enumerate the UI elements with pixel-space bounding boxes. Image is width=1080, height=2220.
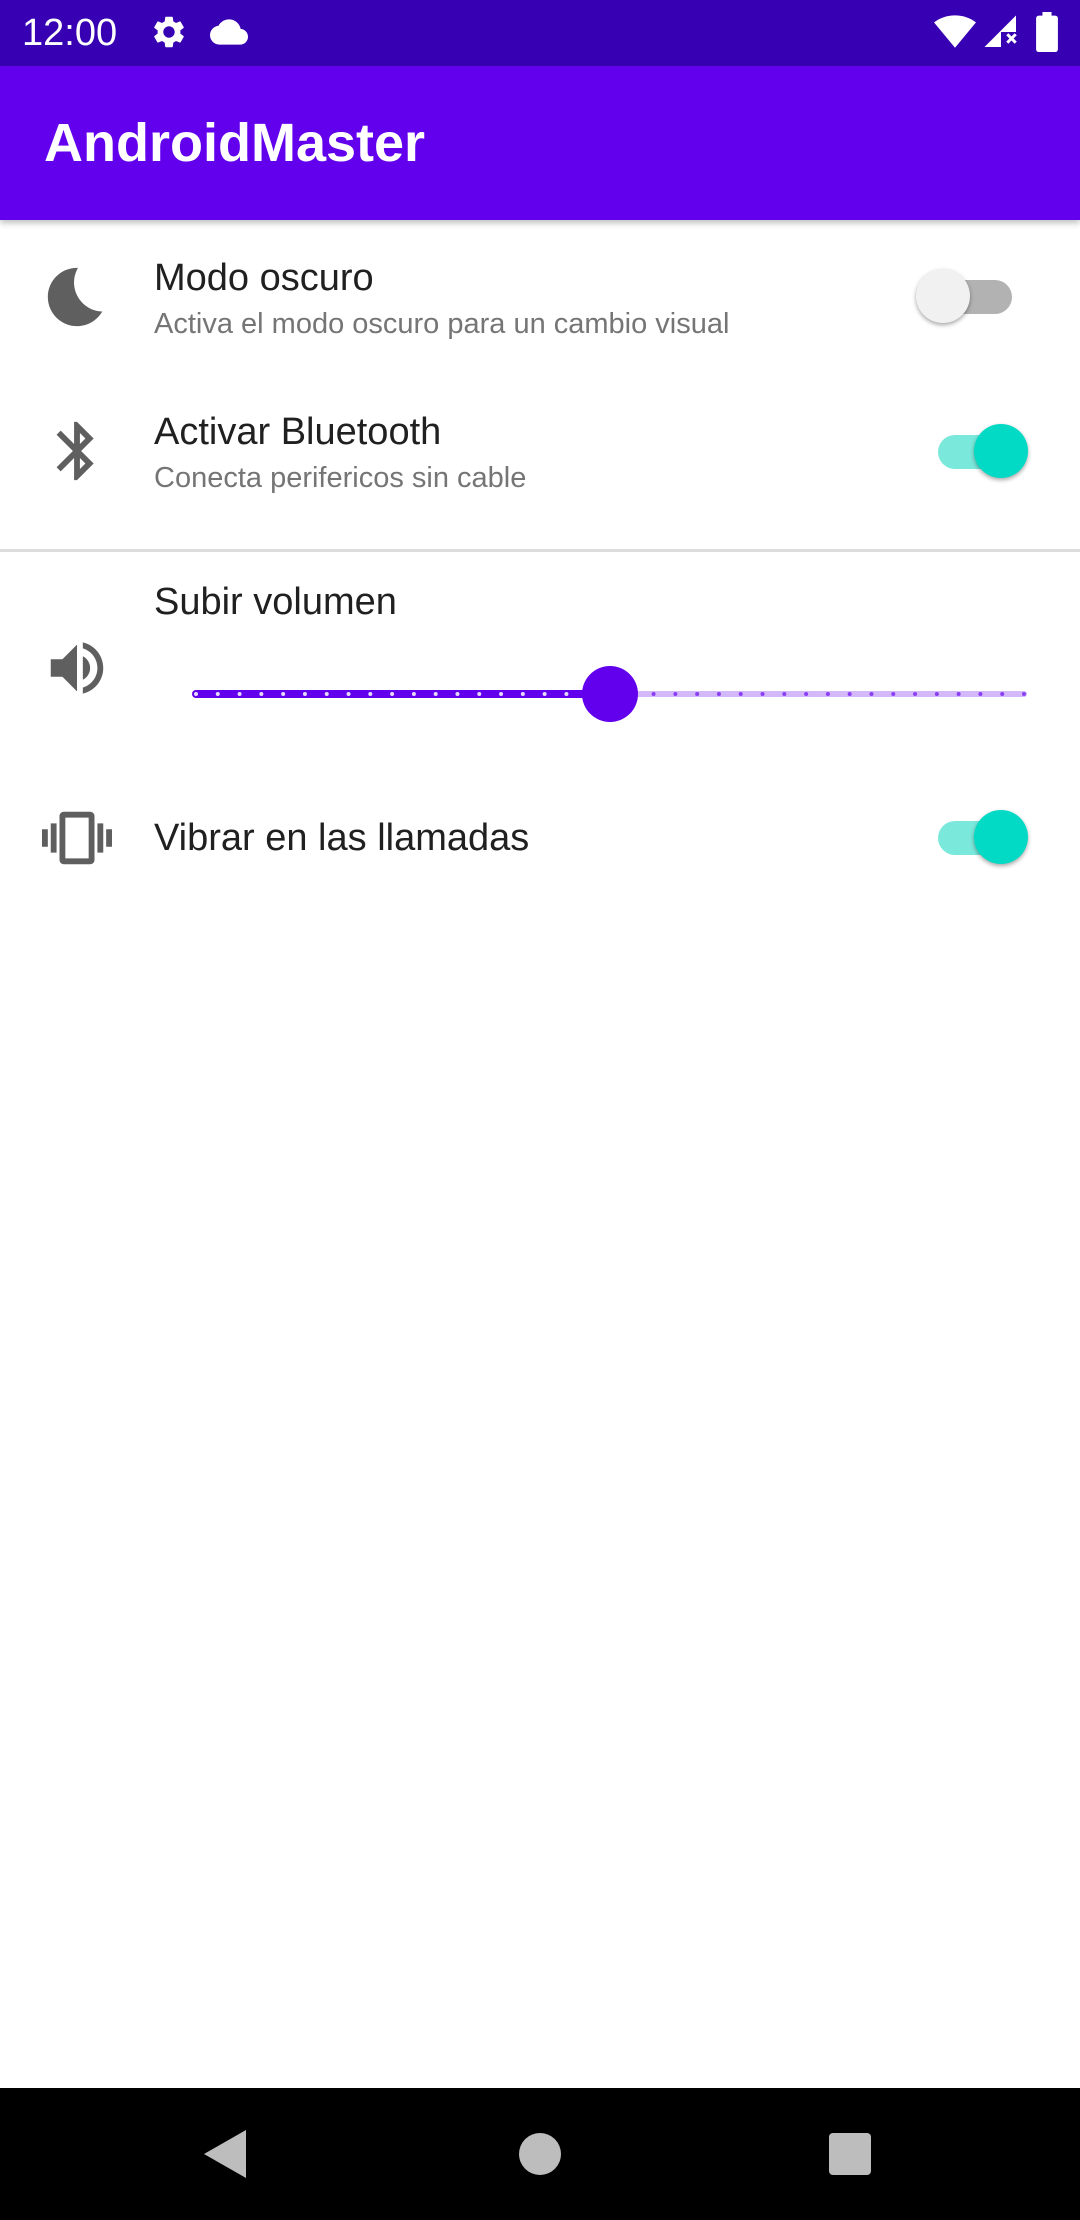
dark-mode-subtitle: Activa el modo oscuro para un cambio vis… [154,308,730,340]
slider-tick [847,692,852,696]
slider-tick [651,692,656,696]
vibrate-icon [42,803,112,873]
slider-tick [455,692,460,696]
bluetooth-title: Activar Bluetooth [154,411,442,453]
slider-tick [804,692,809,696]
home-icon[interactable] [510,2124,570,2184]
wifi-icon [934,14,976,55]
bluetooth-subtitle: Conecta perifericos sin cable [154,462,527,494]
slider-tick [194,692,198,696]
status-bar: 12:00 [0,0,1080,66]
dark-mode-switch[interactable] [916,261,1032,331]
app-title: AndroidMaster [44,113,426,173]
slider-tick [760,692,765,696]
back-icon[interactable] [196,2124,256,2184]
volume-slider[interactable] [180,660,1040,728]
slider-tick [542,692,547,696]
switch-thumb [916,269,970,323]
slider-tick [237,692,242,696]
slider-tick [1022,692,1026,696]
moon-icon [42,262,112,332]
battery-icon [1036,12,1058,57]
slider-tick [324,692,329,696]
slider-tick [390,692,395,696]
slider-tick [825,692,830,696]
slider-tick [978,692,983,696]
slider-tick [738,692,743,696]
slider-tick [1000,692,1005,696]
slider-tick [716,692,721,696]
slider-tick [302,692,307,696]
volume-title: Subir volumen [154,581,397,623]
navigation-bar [0,2088,1080,2220]
status-time: 12:00 [22,12,118,54]
vibrate-title: Vibrar en las llamadas [154,817,530,859]
slider-tick [259,692,264,696]
slider-tick [695,692,700,696]
vibrate-switch[interactable] [916,802,1032,872]
divider [0,549,1080,552]
switch-thumb [974,810,1028,864]
cloud-icon [208,13,250,56]
slider-tick [913,692,918,696]
slider-tick [520,692,525,696]
slider-tick [934,692,939,696]
slider-tick [281,692,286,696]
slider-tick [782,692,787,696]
slider-tick [564,692,569,696]
dark-mode-title: Modo oscuro [154,257,374,299]
slider-tick [346,692,351,696]
volume-icon [42,633,112,703]
slider-tick [499,692,504,696]
slider-tick [673,692,678,696]
slider-tick [215,692,220,696]
switch-thumb [974,424,1028,478]
app-bar: AndroidMaster [0,66,1080,220]
gear-icon [150,13,188,56]
slider-tick [433,692,438,696]
slider-tick [891,692,896,696]
signal-icon [982,14,1020,55]
slider-tick [869,692,874,696]
slider-tick [477,692,482,696]
slider-tick [368,692,373,696]
recents-icon[interactable] [820,2124,880,2184]
bluetooth-switch[interactable] [916,416,1032,486]
slider-tick [411,692,416,696]
slider-thumb[interactable] [582,666,638,722]
slider-tick [956,692,961,696]
bluetooth-icon [42,416,112,486]
